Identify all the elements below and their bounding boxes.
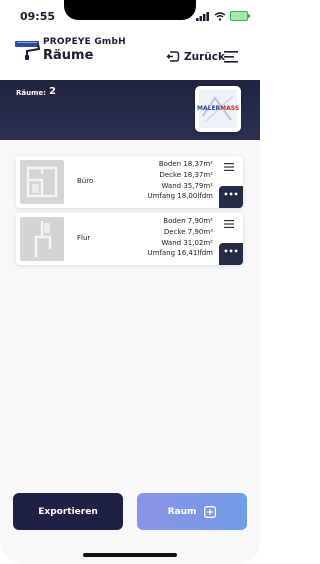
status-icons — [196, 11, 250, 21]
brand-text-maler: MALER — [197, 105, 221, 112]
floorplan-icon — [23, 163, 61, 201]
page-title: Räume — [43, 48, 94, 63]
floorplan-icon — [23, 220, 61, 258]
metric-ceiling: Decke 18,37m² — [159, 170, 213, 179]
room-name: Büro — [77, 177, 94, 185]
rooms-count-label: Räume: — [16, 89, 46, 97]
metric-floor: Boden 18,37m² — [158, 160, 213, 168]
metric-perimeter: Umfang 16,41lfdm — [147, 249, 213, 258]
brand-text-mass: MASS — [220, 105, 240, 112]
room-menu-icon[interactable] — [224, 163, 234, 171]
metric-wall: Wand 35,79m² — [161, 181, 213, 190]
back-button-label: Zurück — [184, 50, 225, 63]
status-time: 09:55 — [20, 10, 56, 23]
back-button[interactable]: Zurück — [166, 50, 225, 63]
room-floorplan-thumbnail — [20, 217, 64, 261]
back-arrow-icon — [166, 51, 180, 62]
status-bar: 09:55 — [0, 0, 260, 30]
device-notch — [64, 0, 196, 20]
signal-icon — [196, 11, 209, 21]
brand-logo: MALERMASS — [195, 86, 241, 132]
add-room-button[interactable]: Raum — [137, 493, 247, 530]
metric-perimeter: Umfang 18,00lfdm — [147, 192, 213, 201]
metric-ceiling: Decke 7,90m² — [163, 227, 213, 236]
metric-floor: Boden 7,90m² — [163, 217, 213, 225]
menu-icon[interactable] — [224, 51, 240, 63]
company-name: PROPEYE GmbH — [43, 37, 126, 47]
rooms-count-value: 2 — [49, 86, 56, 97]
wifi-icon — [214, 11, 226, 21]
app-header: PROPEYE GmbH Räume Zurück — [0, 30, 260, 80]
add-room-button-label: Raum — [167, 506, 197, 517]
paint-roller-logo-icon — [15, 41, 40, 60]
brand-logo-text: MALERMASS — [197, 105, 239, 112]
plus-square-icon — [204, 505, 217, 518]
room-menu-icon[interactable] — [224, 220, 234, 228]
export-button-label: Exportieren — [38, 506, 98, 517]
more-options-button[interactable]: ••• — [219, 243, 243, 265]
home-indicator — [83, 553, 177, 557]
room-name: Flur — [77, 234, 91, 242]
room-floorplan-thumbnail — [20, 160, 64, 204]
room-card[interactable]: Flur Boden 7,90m² Decke 7,90m² Wand 31,0… — [16, 213, 243, 265]
more-options-button[interactable]: ••• — [219, 186, 243, 208]
app-screen: 09:55 PROPEYE GmbH Räume Zurück Räume: 2… — [0, 0, 260, 564]
metric-wall: Wand 31,02m² — [161, 238, 213, 247]
room-metrics: Boden 7,90m² Decke 7,90m² Wand 31,02m² U… — [147, 216, 213, 259]
room-metrics: Boden 18,37m² Decke 18,37m² Wand 35,79m²… — [147, 159, 213, 202]
room-card[interactable]: Büro Boden 18,37m² Decke 18,37m² Wand 35… — [16, 156, 243, 208]
rooms-banner: Räume: 2 MALERMASS — [0, 80, 260, 140]
battery-icon — [230, 11, 250, 21]
export-button[interactable]: Exportieren — [13, 493, 123, 530]
